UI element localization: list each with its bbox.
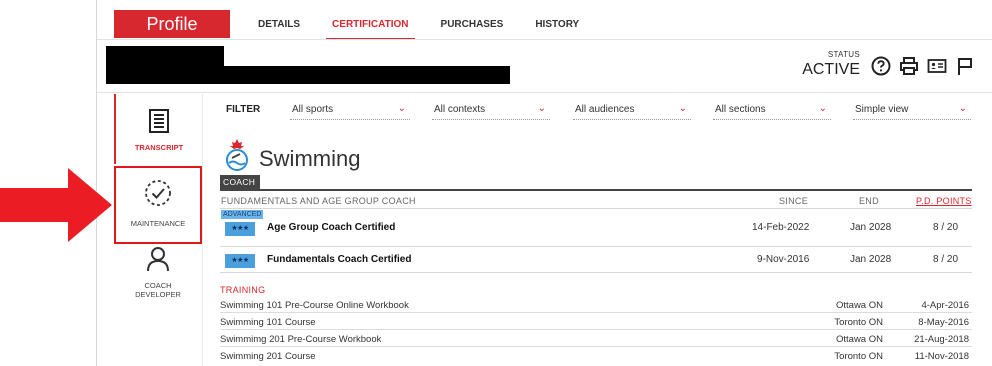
end-column-header: END — [859, 196, 879, 206]
coach-tag: COACH — [220, 175, 260, 189]
tab-certification[interactable]: CERTIFICATION — [326, 14, 415, 40]
transcript-icon — [149, 109, 169, 133]
training-location: Toronto ON — [834, 317, 883, 328]
filter-value: All contexts — [434, 104, 486, 115]
top-tabs: DETAILS CERTIFICATION PURCHASES HISTORY — [258, 14, 611, 40]
training-location: Toronto ON — [834, 351, 883, 362]
redacted-name — [106, 46, 224, 84]
training-date: 4-Apr-2016 — [921, 300, 969, 311]
chevron-down-icon: ⌄ — [818, 103, 827, 114]
maintenance-icon — [145, 180, 171, 206]
filter-value: All sections — [715, 104, 766, 115]
sidebar-item-coach-developer[interactable]: COACH DEVELOPER — [114, 246, 202, 306]
chevron-down-icon: ⌄ — [397, 103, 406, 114]
star-rating: ★★★ — [225, 254, 255, 268]
since-column-header: SINCE — [779, 196, 809, 206]
context-header: FUNDAMENTALS AND AGE GROUP COACH — [221, 196, 416, 206]
filter-sections-select[interactable]: All sections ⌄ — [713, 100, 831, 120]
training-date: 11-Nov-2018 — [914, 351, 969, 362]
status-label: STATUS — [827, 50, 860, 59]
tab-divider — [97, 39, 992, 40]
training-row[interactable]: Swimmimg 201 Pre-Course Workbook Ottawa … — [220, 331, 972, 347]
training-date: 21-Aug-2018 — [914, 334, 969, 345]
sport-title: Swimming — [259, 146, 361, 171]
filter-label: FILTER — [226, 104, 261, 115]
training-row[interactable]: Swimming 101 Pre-Course Online Workbook … — [220, 297, 972, 313]
star-rating: ★★★ — [225, 222, 255, 236]
filter-sports-select[interactable]: All sports ⌄ — [290, 100, 410, 120]
tab-history[interactable]: HISTORY — [535, 14, 579, 40]
training-row[interactable]: Swimming 101 Course Toronto ON 8-May-201… — [220, 314, 972, 330]
status-block: STATUS ACTIVE — [800, 50, 860, 79]
certification-end: Jan 2028 — [850, 222, 892, 233]
pd-points-link[interactable]: P.D. POINTS — [916, 196, 972, 206]
row-divider — [220, 246, 972, 247]
chevron-down-icon: ⌄ — [958, 103, 967, 114]
header-divider — [97, 92, 992, 93]
tab-details[interactable]: DETAILS — [258, 14, 300, 40]
training-name: Swimmimg 201 Pre-Course Workbook — [220, 334, 382, 345]
help-icon[interactable] — [870, 55, 892, 77]
redacted-details — [224, 66, 510, 84]
flag-icon[interactable] — [954, 55, 976, 77]
badge-level: ADVANCED — [221, 210, 264, 219]
sidebar-item-maintenance[interactable]: MAINTENANCE — [114, 166, 202, 244]
training-name: Swimming 101 Pre-Course Online Workbook — [220, 300, 409, 311]
sidebar-item-label: COACH DEVELOPER — [135, 281, 181, 299]
certification-name[interactable]: Age Group Coach Certified — [267, 222, 395, 233]
sidebar-item-transcript[interactable]: TRANSCRIPT — [114, 94, 202, 164]
view-mode-select[interactable]: Simple view ⌄ — [853, 100, 971, 120]
training-title: TRAINING — [220, 285, 266, 295]
training-name: Swimming 201 Course — [220, 351, 316, 362]
certification-name[interactable]: Fundamentals Coach Certified — [267, 254, 411, 265]
certification-since: 9-Nov-2016 — [757, 254, 810, 265]
filter-value: All audiences — [575, 104, 635, 115]
profile-tab[interactable]: Profile — [114, 10, 230, 38]
coach-divider — [220, 189, 972, 191]
coach-developer-icon — [147, 247, 169, 272]
tab-purchases[interactable]: PURCHASES — [441, 14, 504, 40]
advanced-badge: ADVANCED ★★★ — [221, 210, 264, 238]
id-card-icon[interactable] — [926, 55, 948, 77]
filter-value: Simple view — [855, 104, 909, 115]
training-name: Swimming 101 Course — [220, 317, 316, 328]
certification-end: Jan 2028 — [850, 254, 892, 265]
certification-points: 8 / 20 — [933, 254, 959, 265]
training-row[interactable]: Swimming 201 Course Toronto ON 11-Nov-20… — [220, 348, 972, 364]
chevron-down-icon: ⌄ — [678, 103, 687, 114]
certification-badge: ★★★ — [221, 242, 259, 270]
filter-audiences-select[interactable]: All audiences ⌄ — [573, 100, 691, 120]
sidebar-item-label: MAINTENANCE — [130, 219, 186, 228]
swimming-icon — [226, 139, 248, 171]
sidebar-item-label: TRANSCRIPT — [134, 143, 184, 152]
training-date: 8-May-2016 — [918, 317, 969, 328]
certification-points: 8 / 20 — [933, 222, 959, 233]
certification-since: 14-Feb-2022 — [752, 222, 810, 233]
status-value: ACTIVE — [802, 61, 860, 78]
row-divider — [220, 272, 972, 273]
sidebar-divider — [202, 94, 203, 366]
filter-contexts-select[interactable]: All contexts ⌄ — [432, 100, 550, 120]
print-icon[interactable] — [898, 55, 920, 77]
row-divider — [220, 208, 972, 209]
filter-value: All sports — [292, 104, 334, 115]
chevron-down-icon: ⌄ — [537, 103, 546, 114]
red-arrow-icon — [0, 168, 112, 242]
training-location: Ottawa ON — [836, 300, 883, 311]
training-location: Ottawa ON — [836, 334, 883, 345]
